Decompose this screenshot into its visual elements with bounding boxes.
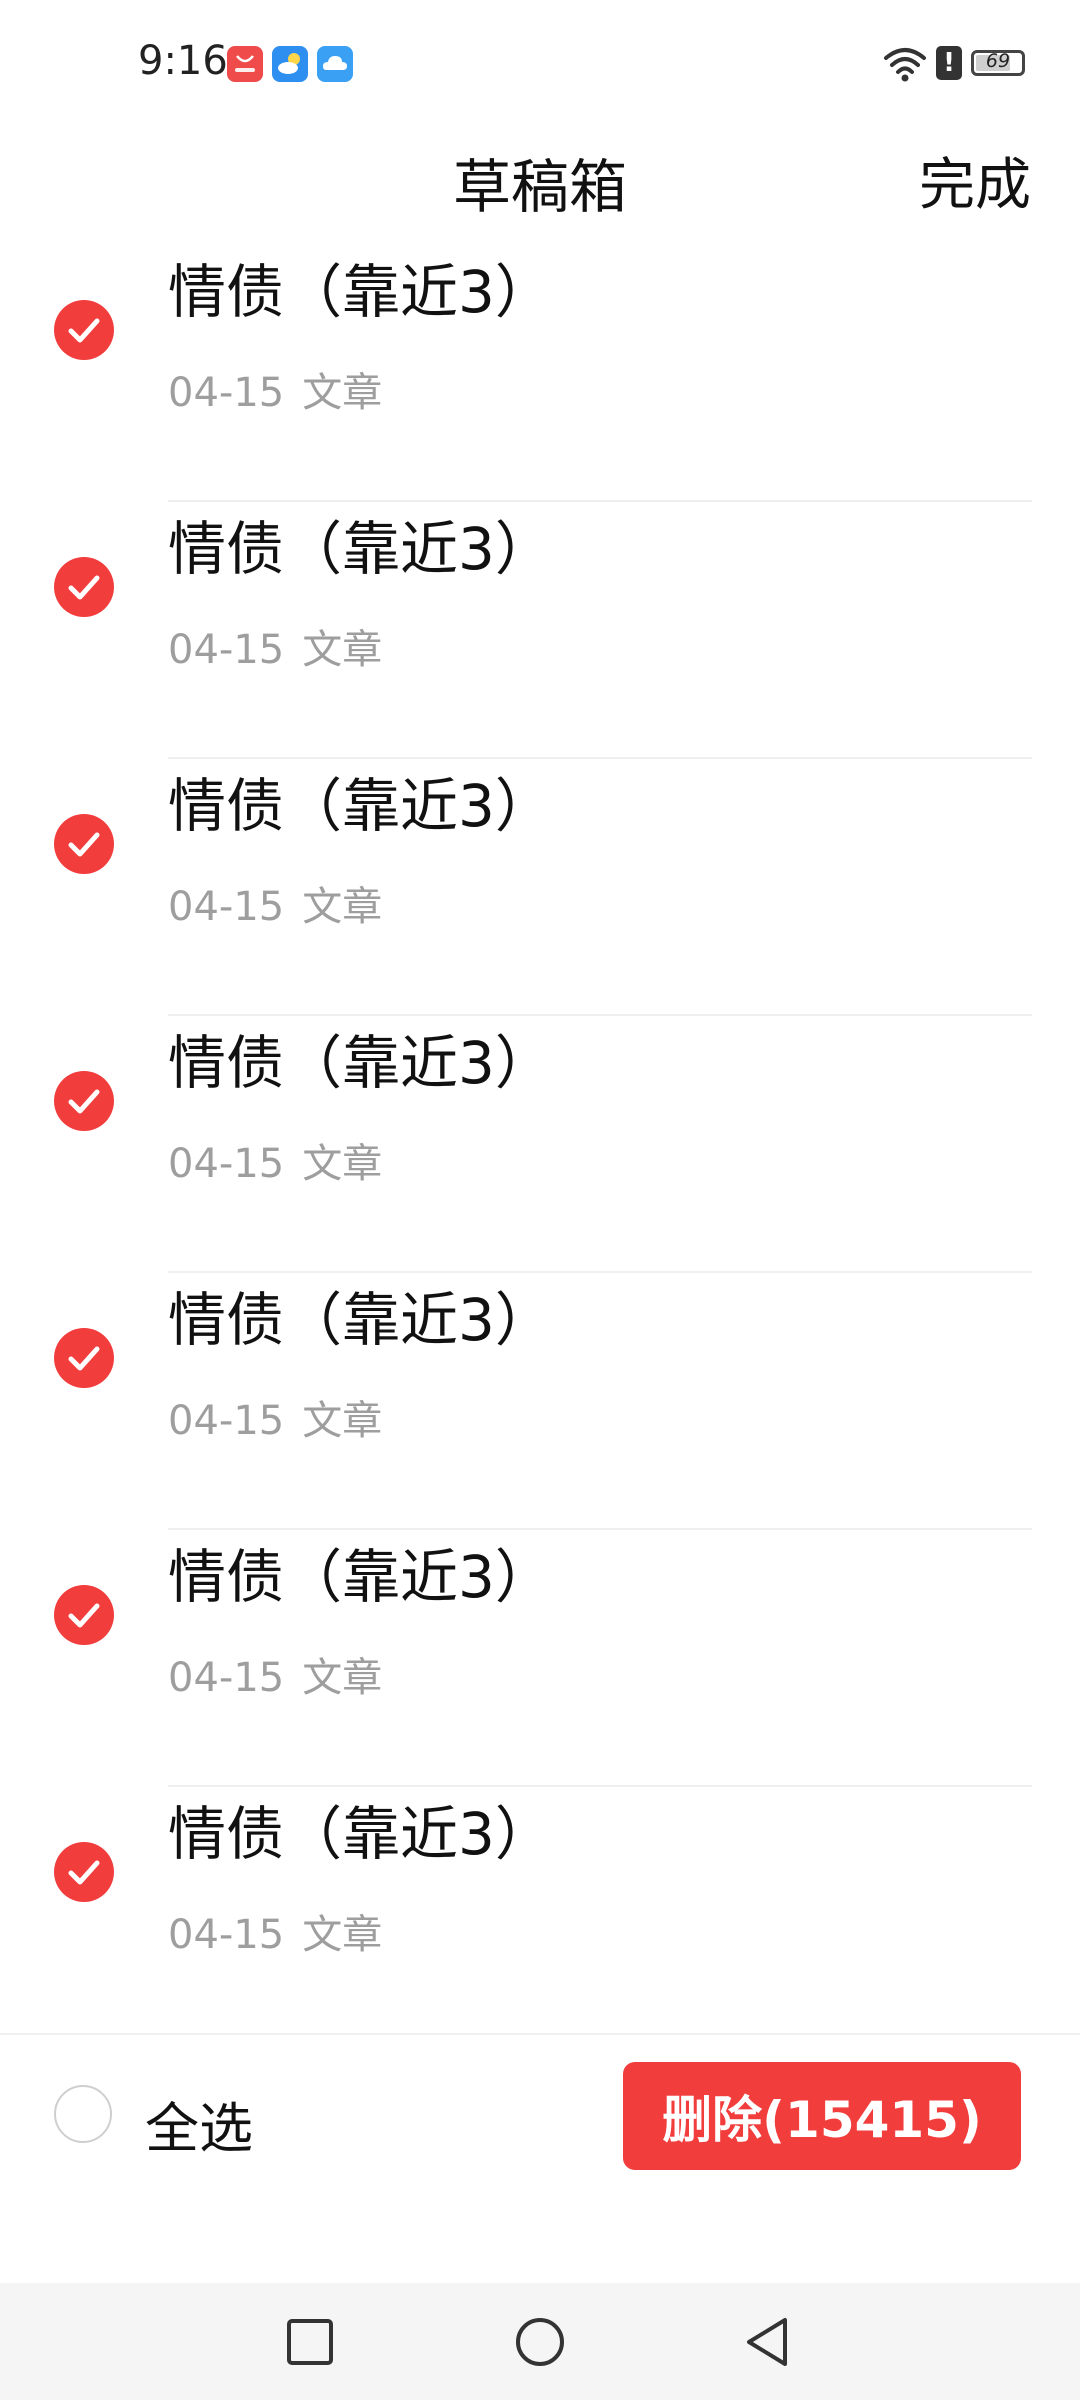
- draft-item[interactable]: 情债（靠近3） 04-15 文章: [0, 1787, 1080, 2035]
- battery-icon: 69: [971, 50, 1025, 76]
- bottom-action-bar: 全选 删除(15415): [0, 2033, 1080, 2285]
- alert-icon: [936, 46, 962, 80]
- draft-date: 04-15: [168, 1141, 285, 1187]
- drafts-screen: 9:16 ! 69 草稿箱 完成 情债（靠近3） 04-15 文章 情债（靠近3…: [0, 0, 1080, 2400]
- draft-date: 04-15: [168, 1655, 285, 1701]
- draft-item[interactable]: 情债（靠近3） 04-15 文章: [0, 245, 1080, 502]
- draft-type: 文章: [302, 627, 383, 673]
- navigation-bar: [0, 2283, 1080, 2400]
- title-bar: 草稿箱 完成: [0, 130, 1080, 230]
- checked-checkbox-icon[interactable]: [54, 1842, 114, 1902]
- draft-meta: 04-15 文章: [168, 1645, 382, 1703]
- page-title: 草稿箱: [452, 153, 627, 221]
- draft-meta: 04-15 文章: [168, 1388, 382, 1446]
- draft-title: 情债（靠近3）: [168, 1286, 553, 1354]
- draft-meta: 04-15 文章: [168, 617, 382, 675]
- draft-title: 情债（靠近3）: [168, 515, 553, 583]
- select-all-checkbox[interactable]: [54, 2085, 112, 2143]
- draft-item[interactable]: 情债（靠近3） 04-15 文章: [0, 1273, 1080, 1530]
- draft-type: 文章: [302, 370, 383, 416]
- draft-date: 04-15: [168, 1398, 285, 1444]
- draft-type: 文章: [302, 1912, 383, 1958]
- done-button[interactable]: 完成: [919, 140, 1031, 221]
- draft-meta: 04-15 文章: [168, 360, 382, 418]
- back-icon[interactable]: [735, 2307, 805, 2377]
- huawei-appgallery-icon: [227, 46, 263, 82]
- draft-meta: 04-15 文章: [168, 1131, 382, 1189]
- draft-list[interactable]: 情债（靠近3） 04-15 文章 情债（靠近3） 04-15 文章 情债（靠近3） …: [0, 245, 1080, 2035]
- draft-item[interactable]: 情债（靠近3） 04-15 文章: [0, 502, 1080, 759]
- draft-item[interactable]: 情债（靠近3） 04-15 文章: [0, 1530, 1080, 1787]
- draft-title: 情债（靠近3）: [168, 1029, 553, 1097]
- draft-date: 04-15: [168, 1912, 285, 1958]
- checked-checkbox-icon[interactable]: [54, 1328, 114, 1388]
- draft-date: 04-15: [168, 370, 285, 416]
- battery-level: 69: [985, 50, 1011, 72]
- delete-button[interactable]: 删除(15415): [623, 2062, 1021, 2170]
- draft-date: 04-15: [168, 884, 285, 930]
- draft-meta: 04-15 文章: [168, 874, 382, 932]
- checked-checkbox-icon[interactable]: [54, 1585, 114, 1645]
- draft-title: 情债（靠近3）: [168, 258, 553, 326]
- checked-checkbox-icon[interactable]: [54, 557, 114, 617]
- draft-item[interactable]: 情债（靠近3） 04-15 文章: [0, 759, 1080, 1016]
- draft-type: 文章: [302, 884, 383, 930]
- draft-title: 情债（靠近3）: [168, 1800, 553, 1868]
- status-bar: 9:16 ! 69: [0, 0, 1080, 130]
- cloud-icon: [317, 46, 353, 82]
- checked-checkbox-icon[interactable]: [54, 300, 114, 360]
- draft-title: 情债（靠近3）: [168, 772, 553, 840]
- select-all-label[interactable]: 全选: [145, 2084, 253, 2163]
- wifi-icon: [882, 44, 928, 88]
- draft-item[interactable]: 情债（靠近3） 04-15 文章: [0, 1016, 1080, 1273]
- draft-date: 04-15: [168, 627, 285, 673]
- draft-meta: 04-15 文章: [168, 1902, 382, 1960]
- checked-checkbox-icon[interactable]: [54, 1071, 114, 1131]
- status-time: 9:16: [138, 38, 228, 84]
- draft-type: 文章: [302, 1655, 383, 1701]
- home-icon[interactable]: [505, 2307, 575, 2377]
- draft-type: 文章: [302, 1398, 383, 1444]
- weather-icon: [272, 46, 308, 82]
- checked-checkbox-icon[interactable]: [54, 814, 114, 874]
- recent-apps-icon[interactable]: [275, 2307, 345, 2377]
- draft-type: 文章: [302, 1141, 383, 1187]
- draft-title: 情债（靠近3）: [168, 1543, 553, 1611]
